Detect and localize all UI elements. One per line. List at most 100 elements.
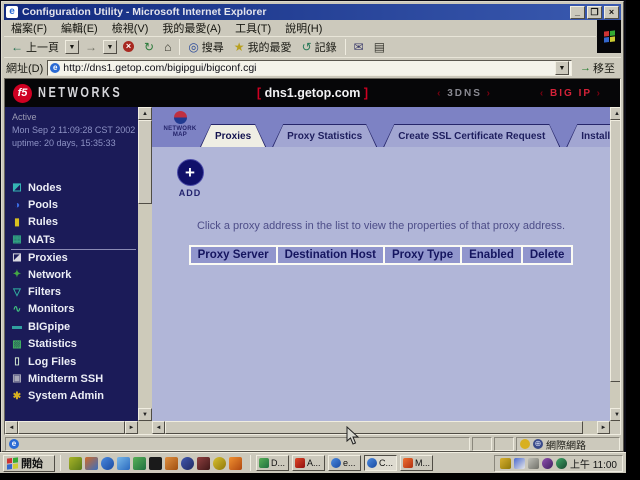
sidebar-vscrollbar[interactable]: ▲ ▼ xyxy=(138,107,152,421)
sidebar-item-system-admin[interactable]: ✱System Admin xyxy=(11,388,136,405)
search-button[interactable]: ◎ 搜尋 xyxy=(184,38,227,56)
close-button[interactable]: × xyxy=(604,6,619,19)
go-button[interactable]: → 移至 xyxy=(576,60,619,76)
favorites-button[interactable]: ★ 我的最愛 xyxy=(230,38,296,56)
menu-view[interactable]: 檢視(V) xyxy=(105,19,156,37)
sidebar-item-filters[interactable]: ▽Filters xyxy=(11,283,136,300)
task-button-2[interactable]: A... xyxy=(292,455,325,471)
forward-dropdown[interactable]: ▼ xyxy=(103,40,117,54)
history-button[interactable]: ↺ 記錄 xyxy=(298,38,341,56)
tab-proxy-statistics[interactable]: Proxy Statistics xyxy=(272,124,377,147)
sidebar-item-rules[interactable]: ▮Rules xyxy=(11,214,136,231)
quicklaunch-icon-2[interactable] xyxy=(85,457,98,470)
task-button-5[interactable]: M... xyxy=(400,455,433,471)
menu-edit[interactable]: 編輯(E) xyxy=(54,19,105,37)
pools-icon: ◑ xyxy=(11,200,23,211)
tray-icon-5[interactable] xyxy=(556,458,567,469)
quicklaunch-icon-1[interactable] xyxy=(69,457,82,470)
task-button-3[interactable]: e... xyxy=(328,455,361,471)
sidebar-item-bigpipe[interactable]: ▬BIGpipe xyxy=(11,318,136,335)
zone-panel: ⊕ 網際網路 xyxy=(516,437,620,451)
home-icon: ⌂ xyxy=(164,41,171,53)
sidebar-item-pools[interactable]: ◑Pools xyxy=(11,196,136,213)
tray-icon-4[interactable] xyxy=(542,458,553,469)
titlebar[interactable]: e Configuration Utility - Microsoft Inte… xyxy=(4,4,621,20)
main-vscrollbar[interactable]: ▲ ▼ xyxy=(610,107,621,421)
menubar: 檔案(F) 編輯(E) 檢視(V) 我的最愛(A) 工具(T) 說明(H) xyxy=(4,20,621,36)
task-button-1[interactable]: D... xyxy=(256,455,289,471)
col-proxy-server: Proxy Server xyxy=(191,247,276,263)
refresh-button[interactable]: ↻ xyxy=(140,40,158,54)
col-proxy-type: Proxy Type xyxy=(385,247,460,263)
menu-tools[interactable]: 工具(T) xyxy=(228,19,278,37)
quicklaunch-icon-10[interactable] xyxy=(213,457,226,470)
tab-strip: NETWORK MAP Proxies Proxy Statistics Cre… xyxy=(152,107,610,147)
home-button[interactable]: ⌂ xyxy=(160,40,175,54)
tab-create-ssl-certificate-request[interactable]: Create SSL Certificate Request xyxy=(383,124,560,147)
forward-button[interactable]: → xyxy=(81,40,101,54)
start-label: 開始 xyxy=(21,455,43,471)
sidebar-item-logfiles[interactable]: ▯Log Files xyxy=(11,353,136,370)
quick-launch xyxy=(66,457,245,470)
sysadmin-icon: ✱ xyxy=(11,391,23,402)
col-enabled: Enabled xyxy=(462,247,521,263)
url-input[interactable] xyxy=(63,62,552,74)
favorites-icon: ★ xyxy=(234,41,245,53)
add-proxy-button[interactable]: + ADD xyxy=(166,159,214,198)
sidebar-item-proxies[interactable]: ◪Proxies xyxy=(11,249,136,266)
favorites-label: 我的最愛 xyxy=(248,39,292,55)
task-button-4-active[interactable]: C... xyxy=(364,455,397,471)
page-icon: e xyxy=(9,439,19,449)
statistics-icon: ▨ xyxy=(11,339,23,350)
network-map-button[interactable]: NETWORK MAP xyxy=(158,111,202,144)
tray-icon-1[interactable] xyxy=(500,458,511,469)
sidebar-item-network[interactable]: ✦Network xyxy=(11,266,136,283)
quicklaunch-icon-6[interactable] xyxy=(149,457,162,470)
quicklaunch-icon-9[interactable] xyxy=(197,457,210,470)
start-button[interactable]: 開始 xyxy=(3,455,55,472)
tab-proxies[interactable]: Proxies xyxy=(200,124,266,147)
nats-icon: ▦ xyxy=(11,234,23,245)
menu-file[interactable]: 檔案(F) xyxy=(4,19,54,37)
address-label: 網址(D) xyxy=(6,60,43,76)
back-dropdown[interactable]: ▼ xyxy=(65,40,79,54)
task-icon-2 xyxy=(295,458,305,468)
instruction-text: Click a proxy address in the list to vie… xyxy=(152,220,610,232)
sidebar-item-statistics[interactable]: ▨Statistics xyxy=(11,336,136,353)
main-hscrollbar[interactable]: ◄ ► xyxy=(152,421,610,434)
history-icon: ↺ xyxy=(302,41,312,53)
back-button[interactable]: ← 上一頁 xyxy=(7,38,63,56)
quicklaunch-icon-3[interactable] xyxy=(101,457,114,470)
tray-icon-3[interactable] xyxy=(528,458,539,469)
quicklaunch-icon-8[interactable] xyxy=(181,457,194,470)
mail-button[interactable]: ✉ xyxy=(350,40,368,54)
print-button[interactable]: ▤ xyxy=(370,40,389,54)
clock[interactable]: 上午 11:00 xyxy=(570,456,617,471)
sidebar-item-nats[interactable]: ▦NATs xyxy=(11,231,136,248)
quicklaunch-icon-7[interactable] xyxy=(165,457,178,470)
sidebar-item-monitors[interactable]: ∿Monitors xyxy=(11,301,136,318)
sidebar-item-mindterm-ssh[interactable]: ▣Mindterm SSH xyxy=(11,370,136,387)
taskbar: 開始 D... A... e... xyxy=(0,452,626,473)
menu-help[interactable]: 說明(H) xyxy=(278,19,329,37)
sidebar-hscrollbar[interactable]: ◄ ► xyxy=(5,421,152,434)
quicklaunch-icon-11[interactable] xyxy=(229,457,242,470)
search-label: 搜尋 xyxy=(202,39,224,55)
back-label: 上一頁 xyxy=(26,39,59,55)
taskbar-separator xyxy=(60,455,61,471)
browser-window: e Configuration Utility - Microsoft Inte… xyxy=(1,1,624,452)
minimize-button[interactable]: _ xyxy=(570,6,585,19)
tab-install-ssl-certificate[interactable]: Install SSL Certifi xyxy=(566,124,610,147)
col-destination-host: Destination Host xyxy=(278,247,383,263)
status-message-panel: e xyxy=(5,437,470,451)
quicklaunch-icon-5[interactable] xyxy=(133,457,146,470)
status-panel-1 xyxy=(472,437,492,451)
menu-favorites[interactable]: 我的最愛(A) xyxy=(155,19,228,37)
url-dropdown[interactable]: ▼ xyxy=(555,61,569,75)
stop-button[interactable]: × xyxy=(119,40,138,53)
quicklaunch-icon-4[interactable] xyxy=(117,457,130,470)
zone-label: 網際網路 xyxy=(546,437,586,452)
tray-icon-2[interactable] xyxy=(514,458,525,469)
sidebar-item-nodes[interactable]: ◩Nodes xyxy=(11,179,136,196)
maximize-button[interactable]: ❐ xyxy=(587,6,602,19)
